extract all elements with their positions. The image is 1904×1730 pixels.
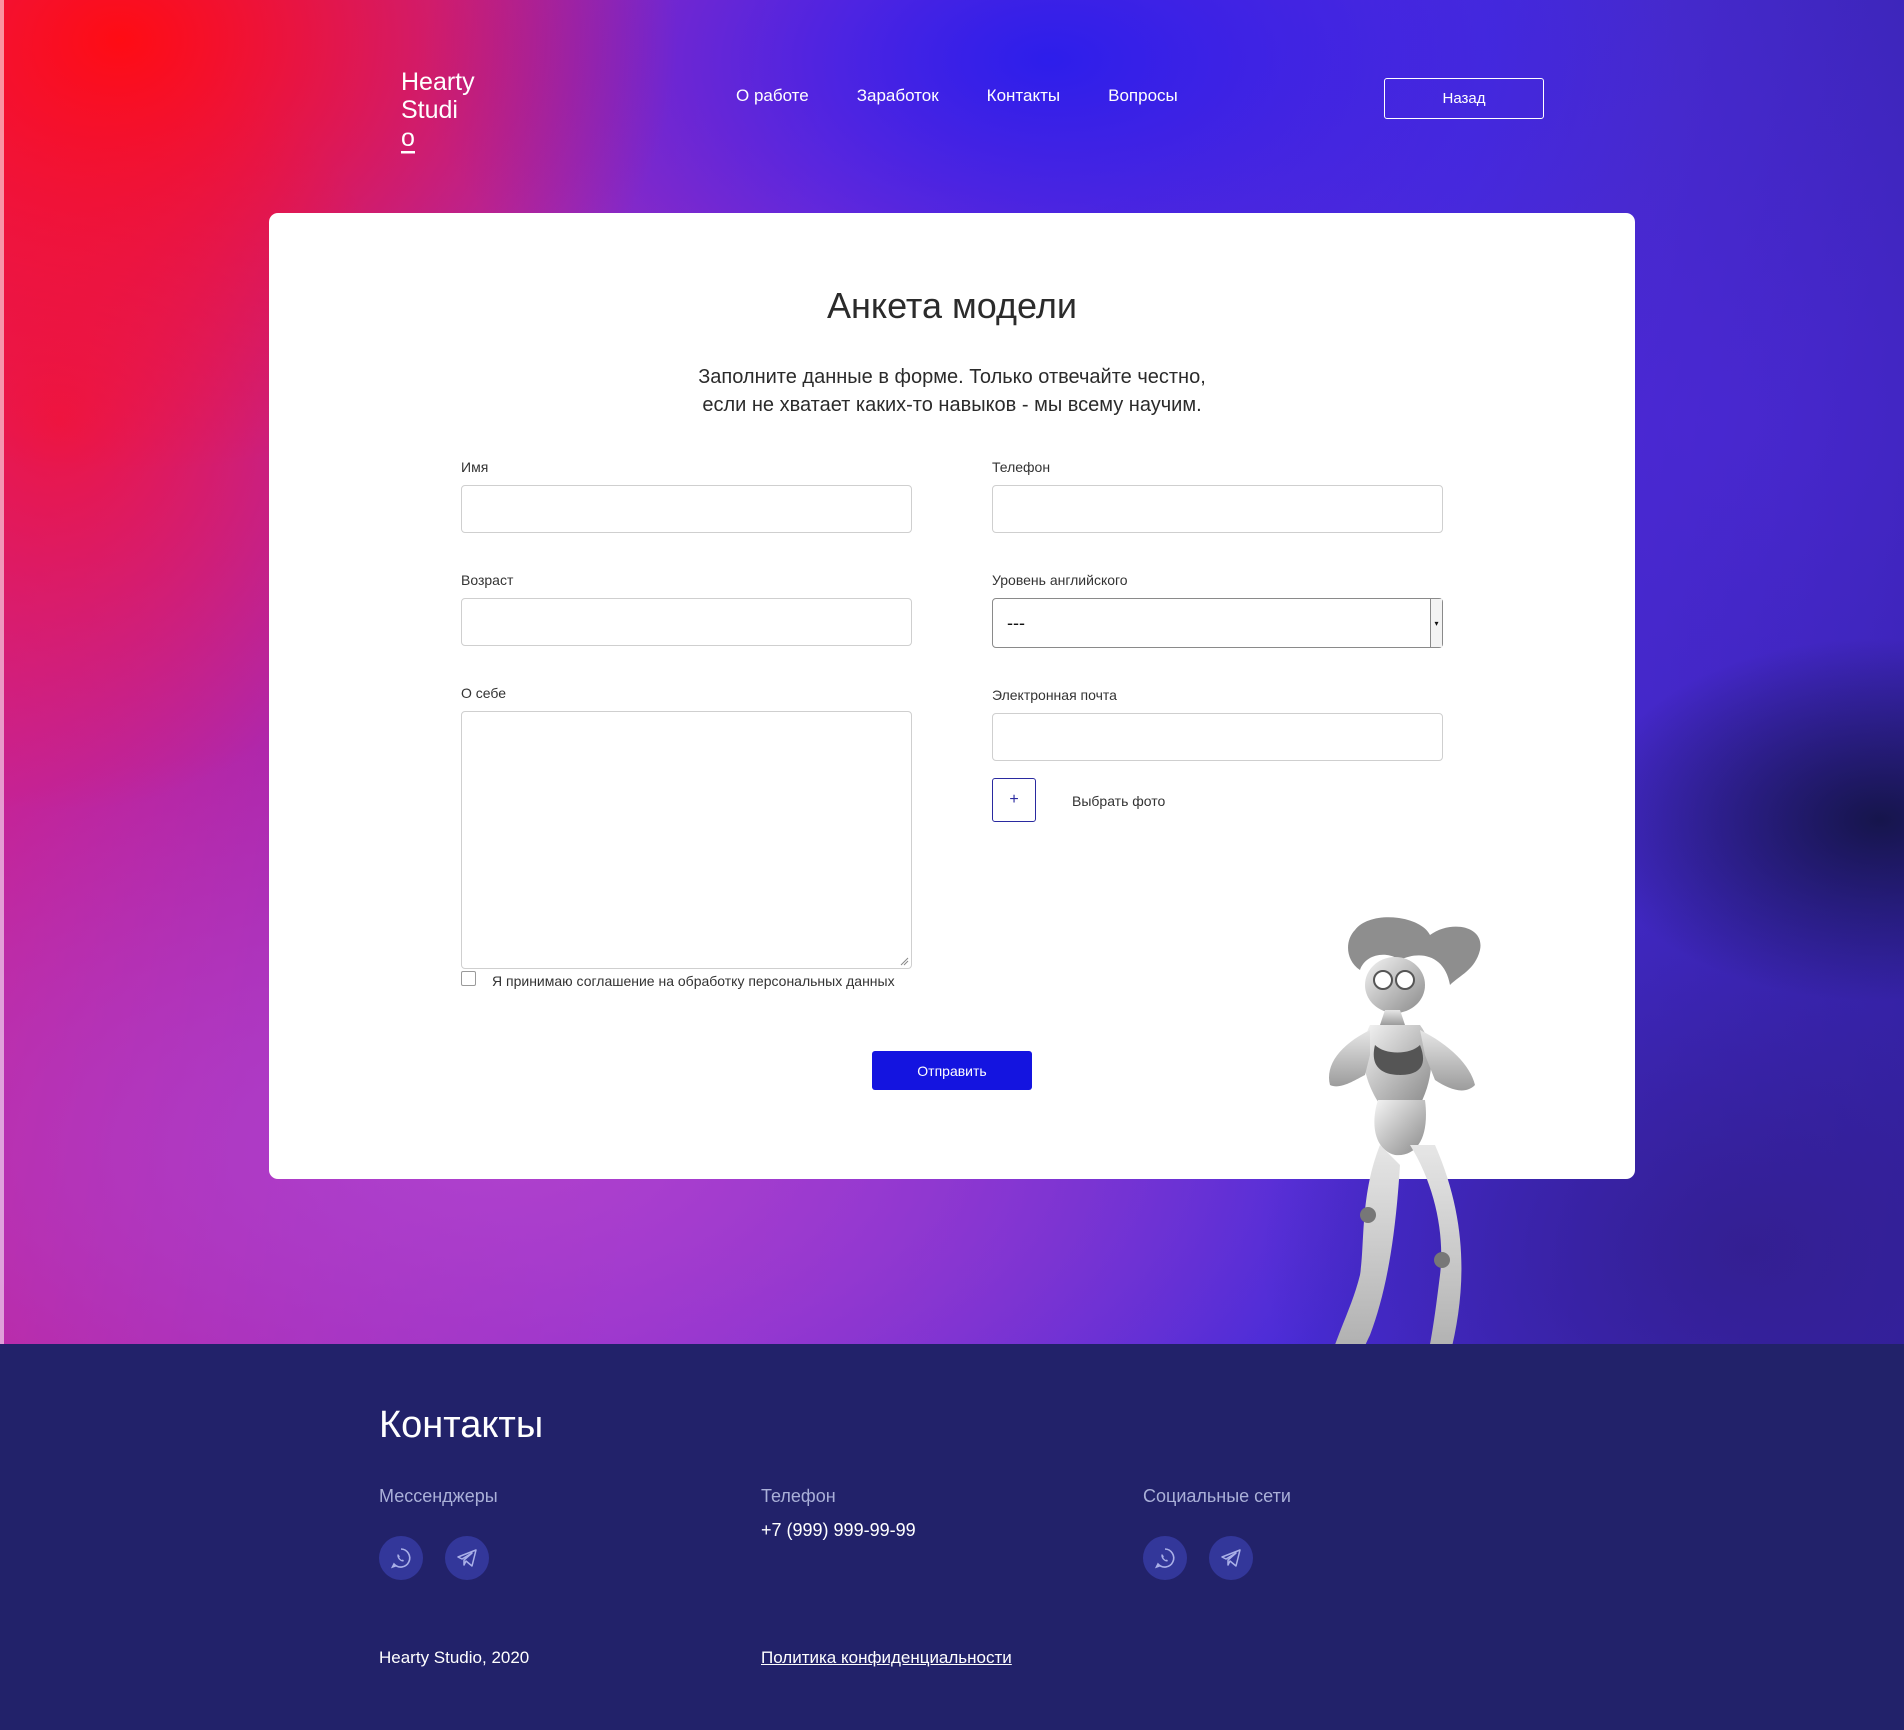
email-input[interactable] [992,713,1443,761]
footer-title: Контакты [379,1404,544,1446]
whatsapp-glyph [390,1548,411,1569]
whatsapp-glyph [1154,1548,1175,1569]
nav-earnings[interactable]: Заработок [857,86,939,106]
social-title: Социальные сети [1143,1486,1291,1506]
nav-contacts[interactable]: Контакты [987,86,1060,106]
phone-label: Телефон [992,459,1051,475]
age-input[interactable] [461,598,912,646]
logo[interactable]: Hearty Studi o [401,68,475,154]
photo-label[interactable]: Выбрать фото [1072,793,1165,809]
consent-checkbox[interactable] [461,971,476,986]
name-label: Имя [461,459,489,475]
telegram-icon[interactable] [445,1536,489,1580]
copyright: Hearty Studio, 2020 [379,1648,530,1667]
form-title: Анкета модели [827,285,1077,326]
phone-title: Телефон [761,1486,836,1506]
logo-line2: Studi o [401,96,458,154]
email-label: Электронная почта [992,687,1117,703]
footer: Контакты Мессенджеры Телефон +7 (999) 99… [0,1344,1904,1730]
whatsapp-icon[interactable] [379,1536,423,1580]
name-input[interactable] [461,485,912,533]
subtitle-line2: если не хватает каких-то навыков - мы вс… [702,394,1202,416]
page-edge [0,0,4,1344]
telegram-glyph [457,1549,477,1567]
back-button[interactable]: Назад [1384,78,1544,119]
site-header: Hearty Studi o О работе Заработок Контакт… [0,0,1904,160]
add-photo-button[interactable]: + [992,778,1036,822]
footer-phone[interactable]: +7 (999) 999-99-99 [761,1520,916,1541]
about-label: О себе [461,685,507,701]
logo-underline [401,151,415,154]
main-nav: О работе Заработок Контакты Вопросы [736,86,1178,106]
age-label: Возраст [461,572,514,588]
form-subtitle: Заполните данные в форме. Только отвечай… [269,363,1635,419]
consent-label: Я принимаю соглашение на обработку персо… [492,973,895,989]
english-selected-value: --- [1007,613,1025,633]
logo-o: o [401,124,415,154]
chevron-down-icon[interactable]: ▾ [1430,599,1442,647]
english-label: Уровень английского [992,572,1128,588]
english-select[interactable]: --- ▾ [992,598,1443,648]
privacy-policy-link[interactable]: Политика конфиденциальности [761,1648,1012,1668]
about-textarea[interactable] [461,711,912,969]
resize-grip-icon[interactable] [899,956,909,966]
submit-button[interactable]: Отправить [872,1051,1032,1090]
telegram-glyph [1221,1549,1241,1567]
social-telegram-icon[interactable] [1209,1536,1253,1580]
subtitle-line1: Заполните данные в форме. Только отвечай… [698,366,1206,388]
messengers-title: Мессенджеры [379,1486,498,1506]
nav-about[interactable]: О работе [736,86,809,106]
logo-line1: Hearty [401,68,475,96]
phone-input[interactable] [992,485,1443,533]
social-whatsapp-icon[interactable] [1143,1536,1187,1580]
nav-faq[interactable]: Вопросы [1108,86,1178,106]
